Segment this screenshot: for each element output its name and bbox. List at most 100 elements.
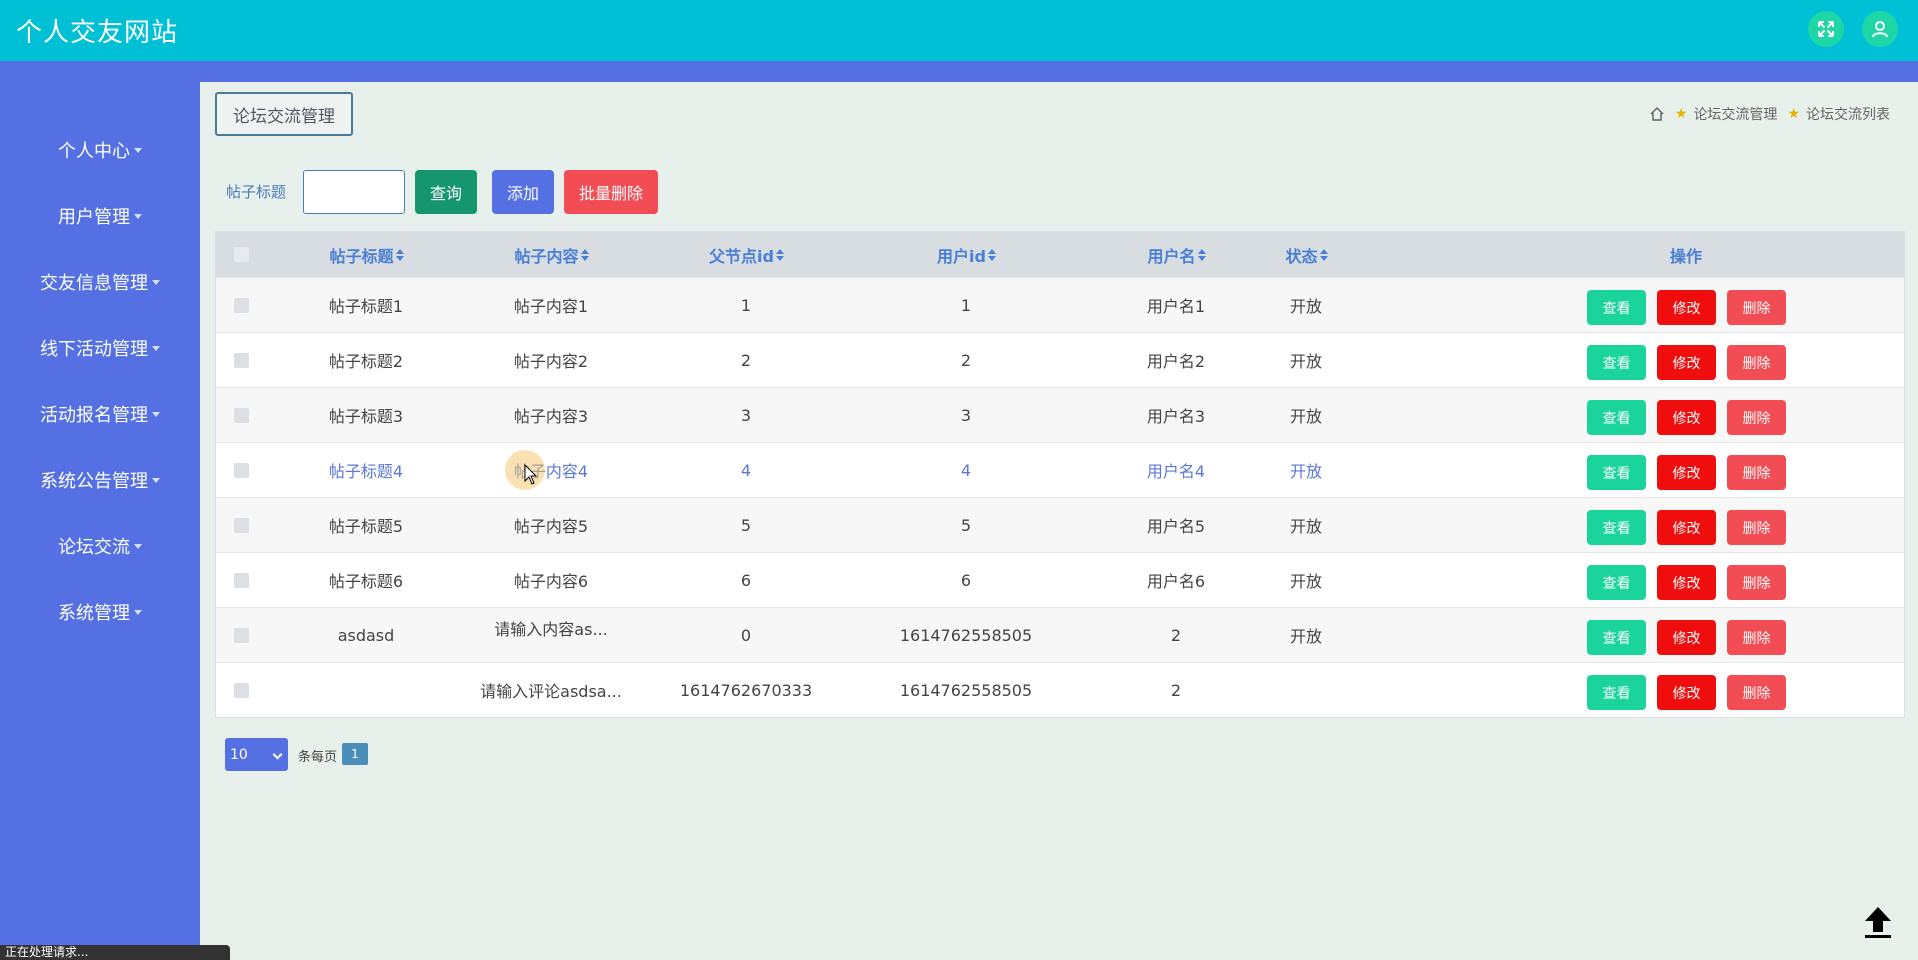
sidebar-item-offline-activities[interactable]: 线下活动管理 <box>0 328 200 368</box>
sidebar-item-dating-info[interactable]: 交友信息管理 <box>0 262 200 302</box>
col-header-username[interactable]: 用户名 <box>1106 232 1246 277</box>
header-strip <box>0 61 1918 82</box>
cell-content: 帖子内容6 <box>513 572 589 591</box>
row-checkbox-cell[interactable] <box>226 663 256 717</box>
sidebar-item-personal-center[interactable]: 个人中心 <box>0 130 200 170</box>
edit-button[interactable]: 修改 <box>1657 455 1716 490</box>
page-size-select[interactable]: 10 <box>225 738 288 771</box>
row-checkbox[interactable] <box>233 627 249 643</box>
cell-username: 用户名1 <box>1146 297 1206 316</box>
view-button[interactable]: 查看 <box>1587 400 1646 435</box>
sort-icon <box>775 248 784 261</box>
fullscreen-button[interactable] <box>1808 11 1844 47</box>
browser-status-bar: 正在处理请求... <box>0 945 230 960</box>
view-button[interactable]: 查看 <box>1587 510 1646 545</box>
delete-button[interactable]: 删除 <box>1727 455 1786 490</box>
cell-parentid: 6 <box>740 570 752 590</box>
cell-username: 2 <box>1170 625 1182 645</box>
row-checkbox[interactable] <box>233 297 249 313</box>
caret-down-icon <box>152 477 160 483</box>
row-checkbox[interactable] <box>233 407 249 423</box>
sidebar-item-activity-signup[interactable]: 活动报名管理 <box>0 394 200 434</box>
delete-button[interactable]: 删除 <box>1727 400 1786 435</box>
edit-button[interactable]: 修改 <box>1657 565 1716 600</box>
col-header-userid[interactable]: 用户id <box>856 232 1076 277</box>
row-checkbox-cell[interactable] <box>226 333 256 387</box>
row-checkbox-cell[interactable] <box>226 443 256 497</box>
cell-userid: 2 <box>960 350 972 370</box>
select-all-checkbox[interactable] <box>226 232 256 277</box>
caret-down-icon <box>134 213 142 219</box>
edit-button[interactable]: 修改 <box>1657 675 1716 710</box>
cell-userid: 1614762558505 <box>899 625 1033 645</box>
edit-button[interactable]: 修改 <box>1657 400 1716 435</box>
table-row[interactable]: 帖子标题1 帖子内容1 1 1 用户名1 开放 查看 修改 删除 <box>216 277 1904 332</box>
cell-parentid: 0 <box>740 625 752 645</box>
row-checkbox[interactable] <box>233 517 249 533</box>
cell-title: 帖子标题5 <box>328 517 404 536</box>
delete-button[interactable]: 删除 <box>1727 620 1786 655</box>
edit-button[interactable]: 修改 <box>1657 345 1716 380</box>
cell-username: 用户名6 <box>1146 572 1206 591</box>
col-header-status[interactable]: 状态 <box>1266 232 1346 277</box>
sidebar-item-user-management[interactable]: 用户管理 <box>0 196 200 236</box>
row-checkbox-cell[interactable] <box>226 553 256 607</box>
back-to-top-icon[interactable] <box>1860 904 1896 940</box>
edit-button[interactable]: 修改 <box>1657 620 1716 655</box>
table-row[interactable]: asdasd 请输入内容as... 0 1614762558505 2 开放 查看 修改 删除 <box>216 607 1904 662</box>
delete-button[interactable]: 删除 <box>1727 675 1786 710</box>
add-button[interactable]: 添加 <box>492 170 554 214</box>
sidebar-item-label: 交友信息管理 <box>40 273 148 294</box>
row-checkbox[interactable] <box>233 682 249 698</box>
view-button[interactable]: 查看 <box>1587 290 1646 325</box>
table-row[interactable]: 帖子标题4 帖子内容4 4 4 用户名4 开放 查看 修改 删除 <box>216 442 1904 497</box>
delete-button[interactable]: 删除 <box>1727 565 1786 600</box>
sidebar-item-forum[interactable]: 论坛交流 <box>0 526 200 566</box>
row-checkbox-cell[interactable] <box>226 608 256 662</box>
sidebar-item-system-management[interactable]: 系统管理 <box>0 592 200 632</box>
sidebar-item-announcements[interactable]: 系统公告管理 <box>0 460 200 500</box>
col-header-parentid[interactable]: 父节点id <box>651 232 841 277</box>
row-checkbox-cell[interactable] <box>226 388 256 442</box>
user-menu-button[interactable] <box>1862 11 1898 47</box>
col-header-content[interactable]: 帖子内容 <box>466 232 636 277</box>
table-row[interactable]: 帖子标题3 帖子内容3 3 3 用户名3 开放 查看 修改 删除 <box>216 387 1904 442</box>
breadcrumb-item[interactable]: 论坛交流管理 <box>1693 104 1777 124</box>
search-input[interactable] <box>303 170 405 214</box>
cell-parentid: 3 <box>740 405 752 425</box>
edit-button[interactable]: 修改 <box>1657 510 1716 545</box>
cell-parentid: 1 <box>740 295 752 315</box>
view-button[interactable]: 查看 <box>1587 675 1646 710</box>
row-checkbox[interactable] <box>233 352 249 368</box>
user-icon <box>1872 21 1888 38</box>
home-icon[interactable] <box>1649 106 1665 122</box>
table-row[interactable]: 请输入评论asdsa... 1614762670333 1614762558505 2… <box>216 662 1904 717</box>
row-checkbox-cell[interactable] <box>226 278 256 332</box>
batch-delete-button[interactable]: 批量删除 <box>564 170 658 214</box>
sort-icon <box>987 248 996 261</box>
view-button[interactable]: 查看 <box>1587 455 1646 490</box>
delete-button[interactable]: 删除 <box>1727 290 1786 325</box>
delete-button[interactable]: 删除 <box>1727 510 1786 545</box>
data-table: 帖子标题 帖子内容 父节点id 用户id 用户名 状态 操作 帖子标题1 帖子内容… <box>215 231 1905 718</box>
view-button[interactable]: 查看 <box>1587 565 1646 600</box>
table-row[interactable]: 帖子标题6 帖子内容6 6 6 用户名6 开放 查看 修改 删除 <box>216 552 1904 607</box>
sort-icon <box>580 248 589 261</box>
view-button[interactable]: 查看 <box>1587 345 1646 380</box>
table-row[interactable]: 帖子标题2 帖子内容2 2 2 用户名2 开放 查看 修改 删除 <box>216 332 1904 387</box>
cell-status: 开放 <box>1289 627 1322 646</box>
delete-button[interactable]: 删除 <box>1727 345 1786 380</box>
row-checkbox[interactable] <box>233 572 249 588</box>
page-number-current[interactable]: 1 <box>342 743 368 765</box>
table-row[interactable]: 帖子标题5 帖子内容5 5 5 用户名5 开放 查看 修改 删除 <box>216 497 1904 552</box>
view-button[interactable]: 查看 <box>1587 620 1646 655</box>
caret-down-icon <box>134 147 142 153</box>
row-checkbox[interactable] <box>233 462 249 478</box>
checkbox[interactable] <box>233 247 249 262</box>
query-button[interactable]: 查询 <box>415 170 477 214</box>
cell-username: 用户名2 <box>1146 352 1206 371</box>
row-checkbox-cell[interactable] <box>226 498 256 552</box>
edit-button[interactable]: 修改 <box>1657 290 1716 325</box>
sort-icon <box>1197 248 1206 261</box>
col-header-title[interactable]: 帖子标题 <box>286 232 446 277</box>
